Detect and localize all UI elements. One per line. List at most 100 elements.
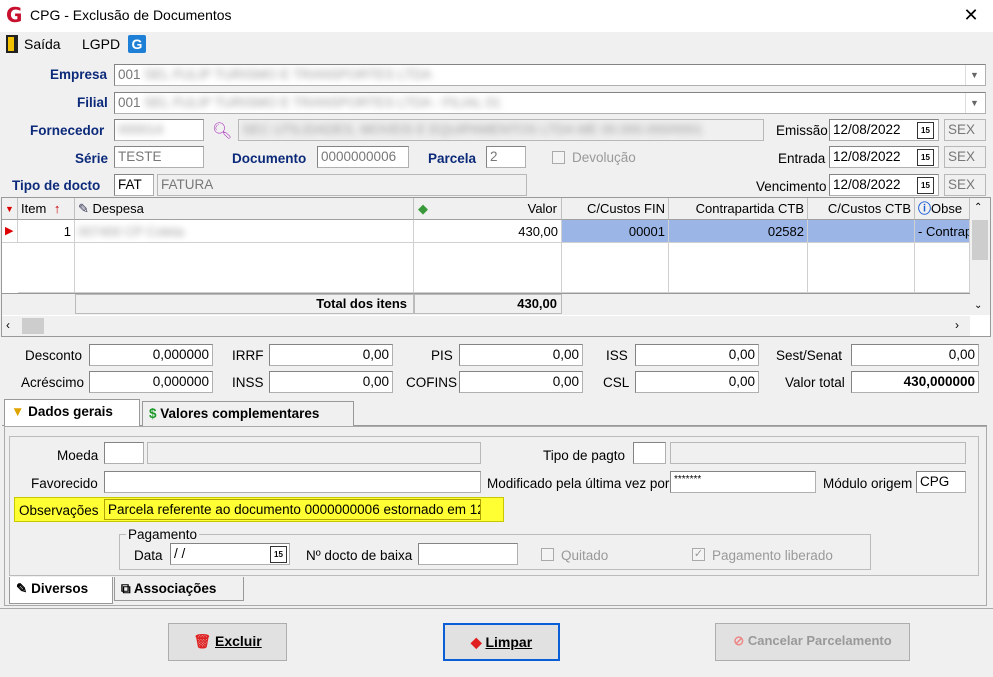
- csl-field[interactable]: 0,00: [635, 371, 759, 393]
- empresa-dropdown-icon[interactable]: ▼: [965, 65, 983, 85]
- iss-field[interactable]: 0,00: [635, 344, 759, 366]
- excluir-button[interactable]: 🗑︎ Excluir: [168, 623, 287, 661]
- row-ccctb[interactable]: [808, 220, 915, 243]
- tab-valores-complementares[interactable]: $ Valores complementares: [142, 401, 354, 427]
- tipo-docto-code-field[interactable]: FAT: [114, 174, 154, 196]
- sest-senat-field[interactable]: 0,00: [851, 344, 979, 366]
- trash-icon: 🗑︎: [193, 633, 212, 649]
- filial-field[interactable]: 001 SEL FULIP TURISMO E TRANSPORTES LTDA…: [114, 92, 986, 114]
- pencil-icon: ✎: [78, 201, 89, 216]
- tipo-pagto-label: Tipo de pagto: [543, 448, 626, 463]
- quitado-checkbox[interactable]: [541, 548, 554, 561]
- fornecedor-code-field[interactable]: 000014: [114, 119, 204, 141]
- dollar-icon: $: [149, 406, 157, 421]
- empty-row-cell: [75, 243, 414, 293]
- filial-label: Filial: [77, 95, 108, 110]
- valor-total-field[interactable]: 430,000000: [851, 371, 979, 393]
- tab-associacoes[interactable]: ⧉ Associações: [114, 577, 244, 601]
- modulo-origem-field: CPG: [916, 471, 966, 493]
- csl-label: CSL: [603, 375, 630, 390]
- valor-total-label: Valor total: [785, 375, 845, 390]
- close-icon[interactable]: ✕: [958, 3, 984, 27]
- row-item[interactable]: 1: [18, 220, 75, 243]
- cancel-icon: ⊘: [733, 633, 745, 648]
- sest-senat-label: Sest/Senat: [776, 348, 843, 363]
- inss-field[interactable]: 0,00: [269, 371, 393, 393]
- empty-row-cell: [18, 243, 75, 293]
- irrf-label: IRRF: [232, 348, 264, 363]
- vencimento-calendar-icon[interactable]: 15: [917, 177, 934, 194]
- row-ccfin[interactable]: 00001: [562, 220, 669, 243]
- grid-header-indicator[interactable]: ▼: [2, 198, 18, 220]
- grid-header-item[interactable]: Item ↑: [18, 198, 75, 220]
- tipo-pagto-code-field[interactable]: [633, 442, 666, 464]
- pis-label: PIS: [431, 348, 453, 363]
- devolucao-checkbox[interactable]: [552, 151, 565, 164]
- exit-icon[interactable]: [6, 35, 18, 53]
- row-indicator-icon: ▶: [2, 220, 18, 243]
- grid-header-valor[interactable]: ◆ Valor: [414, 198, 562, 220]
- acrescimo-field[interactable]: 0,000000: [89, 371, 213, 393]
- empresa-field[interactable]: 001 SEL FULIP TURISMO E TRANSPORTES LTDA: [114, 64, 986, 86]
- scroll-right-icon[interactable]: ›: [955, 318, 959, 332]
- serie-field[interactable]: TESTE: [114, 146, 204, 168]
- irrf-field[interactable]: 0,00: [269, 344, 393, 366]
- lgpd-logo-icon[interactable]: G: [128, 35, 146, 53]
- modulo-origem-label: Módulo origem: [823, 476, 913, 491]
- hscroll-thumb[interactable]: [22, 318, 44, 334]
- grid-header-contrapartida[interactable]: Contrapartida CTB: [669, 198, 808, 220]
- scroll-thumb[interactable]: [972, 220, 988, 260]
- grid-header-ccctb[interactable]: C/Custos CTB: [808, 198, 915, 220]
- acrescimo-label: Acréscimo: [21, 375, 85, 390]
- emissao-label: Emissão: [776, 123, 828, 138]
- row-valor[interactable]: 430,00: [414, 220, 562, 243]
- favorecido-field[interactable]: [104, 471, 481, 493]
- limpar-button[interactable]: ◆ Limpar: [443, 623, 560, 661]
- row-contrapartida[interactable]: 02582: [669, 220, 808, 243]
- observacoes-field[interactable]: Parcela referente ao documento 000000000…: [104, 499, 481, 520]
- row-obs[interactable]: - Contrap: [915, 220, 970, 243]
- documento-label: Documento: [232, 151, 307, 166]
- tab-diversos[interactable]: ✎ Diversos: [9, 577, 113, 604]
- tipo-docto-label: Tipo de docto: [12, 178, 101, 193]
- pagamento-liberado-checkbox[interactable]: ✓: [692, 548, 705, 561]
- search-icon[interactable]: 🔍︎: [212, 121, 232, 141]
- moeda-desc-field: [147, 442, 481, 464]
- grid-header-ccfin[interactable]: C/Custos FIN: [562, 198, 669, 220]
- quitado-label: Quitado: [561, 548, 609, 563]
- data-label: Data: [134, 548, 163, 563]
- emissao-calendar-icon[interactable]: 15: [917, 122, 934, 139]
- filter-icon: ▼: [11, 404, 25, 419]
- saida-button[interactable]: Saída: [24, 36, 61, 52]
- grid-header-obs[interactable]: ⓘObse: [915, 198, 970, 220]
- ndocto-baixa-label: Nº docto de baixa: [306, 548, 413, 563]
- empty-row-cell: [414, 243, 562, 293]
- cofins-label: COFINS: [406, 375, 458, 390]
- cofins-field[interactable]: 0,00: [459, 371, 583, 393]
- row-despesa[interactable]: 007400 CP Coleta: [75, 220, 414, 243]
- documento-field[interactable]: 0000000006: [317, 146, 409, 168]
- scroll-left-icon[interactable]: ‹: [6, 318, 10, 332]
- parcela-field[interactable]: 2: [486, 146, 526, 168]
- emissao-dow: SEX: [944, 119, 986, 141]
- data-calendar-icon[interactable]: 15: [270, 546, 287, 563]
- filial-dropdown-icon[interactable]: ▼: [965, 93, 983, 113]
- vencimento-label: Vencimento: [756, 179, 827, 194]
- ndocto-baixa-field[interactable]: [418, 543, 518, 565]
- scroll-up-icon[interactable]: ⌃: [974, 202, 982, 213]
- scroll-down-icon[interactable]: ⌄: [974, 300, 982, 311]
- entrada-dow: SEX: [944, 146, 986, 168]
- desconto-field[interactable]: 0,000000: [89, 344, 213, 366]
- window-title: CPG - Exclusão de Documentos: [30, 7, 232, 23]
- grid-header-despesa[interactable]: ✎ Despesa: [75, 198, 414, 220]
- info-icon: ⓘ: [918, 201, 932, 216]
- moeda-code-field[interactable]: [104, 442, 144, 464]
- moeda-label: Moeda: [57, 448, 99, 463]
- grid-horizontal-scrollbar[interactable]: [2, 316, 970, 336]
- lgpd-button[interactable]: LGPD: [82, 36, 120, 52]
- pis-field[interactable]: 0,00: [459, 344, 583, 366]
- desconto-label: Desconto: [25, 348, 83, 363]
- entrada-calendar-icon[interactable]: 15: [917, 149, 934, 166]
- tab-dados-gerais[interactable]: ▼ Dados gerais: [4, 399, 140, 427]
- empty-row-cell: [562, 243, 669, 293]
